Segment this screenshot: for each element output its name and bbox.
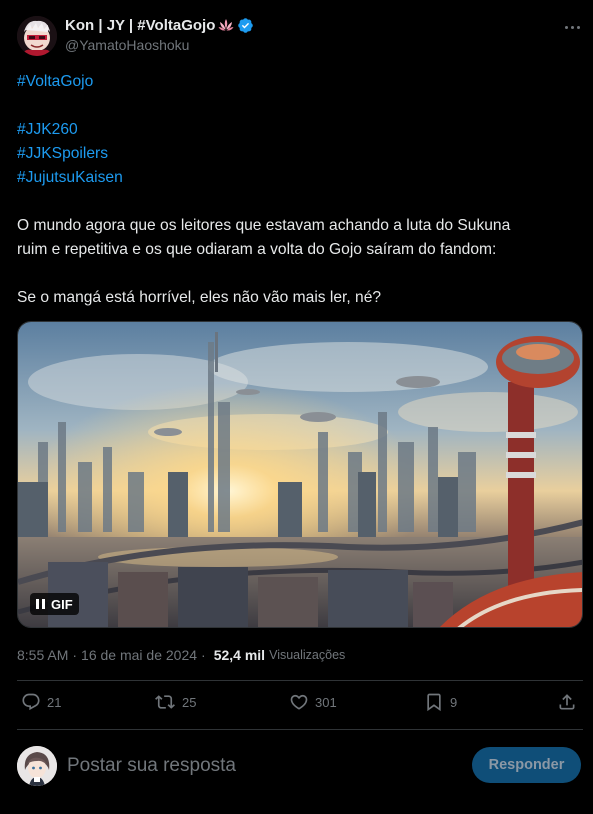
more-dot-icon bbox=[564, 25, 568, 29]
display-name-row: Kon | JY | #VoltaGojo bbox=[65, 14, 254, 36]
reply-submit-button[interactable]: Responder bbox=[472, 747, 581, 783]
meta-separator: · bbox=[72, 647, 78, 663]
tweet-time[interactable]: 8:55 AM bbox=[17, 647, 68, 663]
author-avatar[interactable] bbox=[17, 16, 57, 56]
hashtag-link[interactable]: #JJK260 bbox=[17, 118, 577, 142]
author-handle[interactable]: @YamatoHaoshoku bbox=[65, 37, 254, 53]
reply-icon bbox=[21, 692, 41, 712]
more-dot-icon bbox=[570, 25, 574, 29]
divider bbox=[17, 680, 583, 681]
tweet-date[interactable]: 16 de mai de 2024 bbox=[81, 647, 197, 663]
tweet-text: #VoltaGojo #JJK260 #JJKSpoilers #Jujutsu… bbox=[17, 70, 577, 310]
views-label: Visualizações bbox=[269, 648, 346, 662]
author-names: Kon | JY | #VoltaGojo @YamatoHaoshoku bbox=[65, 14, 254, 53]
reply-button[interactable]: 21 bbox=[21, 692, 61, 712]
tweet-header: Kon | JY | #VoltaGojo @YamatoHaoshoku bbox=[17, 14, 583, 58]
bookmark-button[interactable]: 9 bbox=[424, 692, 457, 712]
pause-icon bbox=[36, 599, 45, 609]
tweet-paragraph-line: Se o mangá está horrível, eles não vão m… bbox=[17, 289, 382, 306]
bookmark-count: 9 bbox=[450, 694, 458, 710]
tweet-meta: 8:55 AM · 16 de mai de 2024 · 52,4 mil V… bbox=[17, 647, 345, 663]
tweet-paragraph-line: ruim e repetitiva e os que odiaram a vol… bbox=[17, 241, 497, 258]
current-user-avatar[interactable] bbox=[17, 746, 57, 786]
tweet-media-gif[interactable]: GIF bbox=[17, 321, 583, 628]
more-dot-icon bbox=[576, 25, 580, 29]
gif-label: GIF bbox=[51, 596, 73, 612]
hashtag-link[interactable]: #JJKSpoilers bbox=[17, 142, 577, 166]
repost-count: 25 bbox=[182, 694, 197, 710]
bookmark-icon bbox=[424, 692, 444, 712]
hashtag-link[interactable]: #JujutsuKaisen bbox=[17, 166, 577, 190]
heart-icon bbox=[289, 692, 309, 712]
repost-icon bbox=[154, 692, 176, 712]
verified-badge-icon[interactable] bbox=[237, 17, 254, 34]
tweet-actions-bar: 21 25 301 9 bbox=[17, 692, 583, 720]
divider bbox=[17, 729, 583, 730]
share-icon bbox=[557, 692, 577, 712]
meta-separator: · bbox=[201, 647, 206, 663]
like-count: 301 bbox=[315, 694, 337, 710]
like-button[interactable]: 301 bbox=[289, 692, 337, 712]
views-count: 52,4 mil bbox=[213, 647, 266, 663]
author-display-name[interactable]: Kon | JY | #VoltaGojo bbox=[65, 17, 215, 34]
share-button[interactable] bbox=[557, 692, 577, 712]
tweet-detail: Kon | JY | #VoltaGojo @YamatoHaoshoku #V… bbox=[0, 0, 593, 814]
more-options-button[interactable] bbox=[561, 18, 583, 36]
lotus-icon bbox=[218, 18, 234, 32]
reply-count: 21 bbox=[47, 694, 62, 710]
repost-button[interactable]: 25 bbox=[154, 692, 196, 712]
hashtag-link[interactable]: #VoltaGojo bbox=[17, 70, 577, 94]
gif-badge[interactable]: GIF bbox=[30, 593, 79, 615]
tweet-paragraph-line: O mundo agora que os leitores que estava… bbox=[17, 217, 511, 234]
reply-input[interactable] bbox=[67, 752, 447, 780]
city-gif-image bbox=[18, 322, 582, 627]
